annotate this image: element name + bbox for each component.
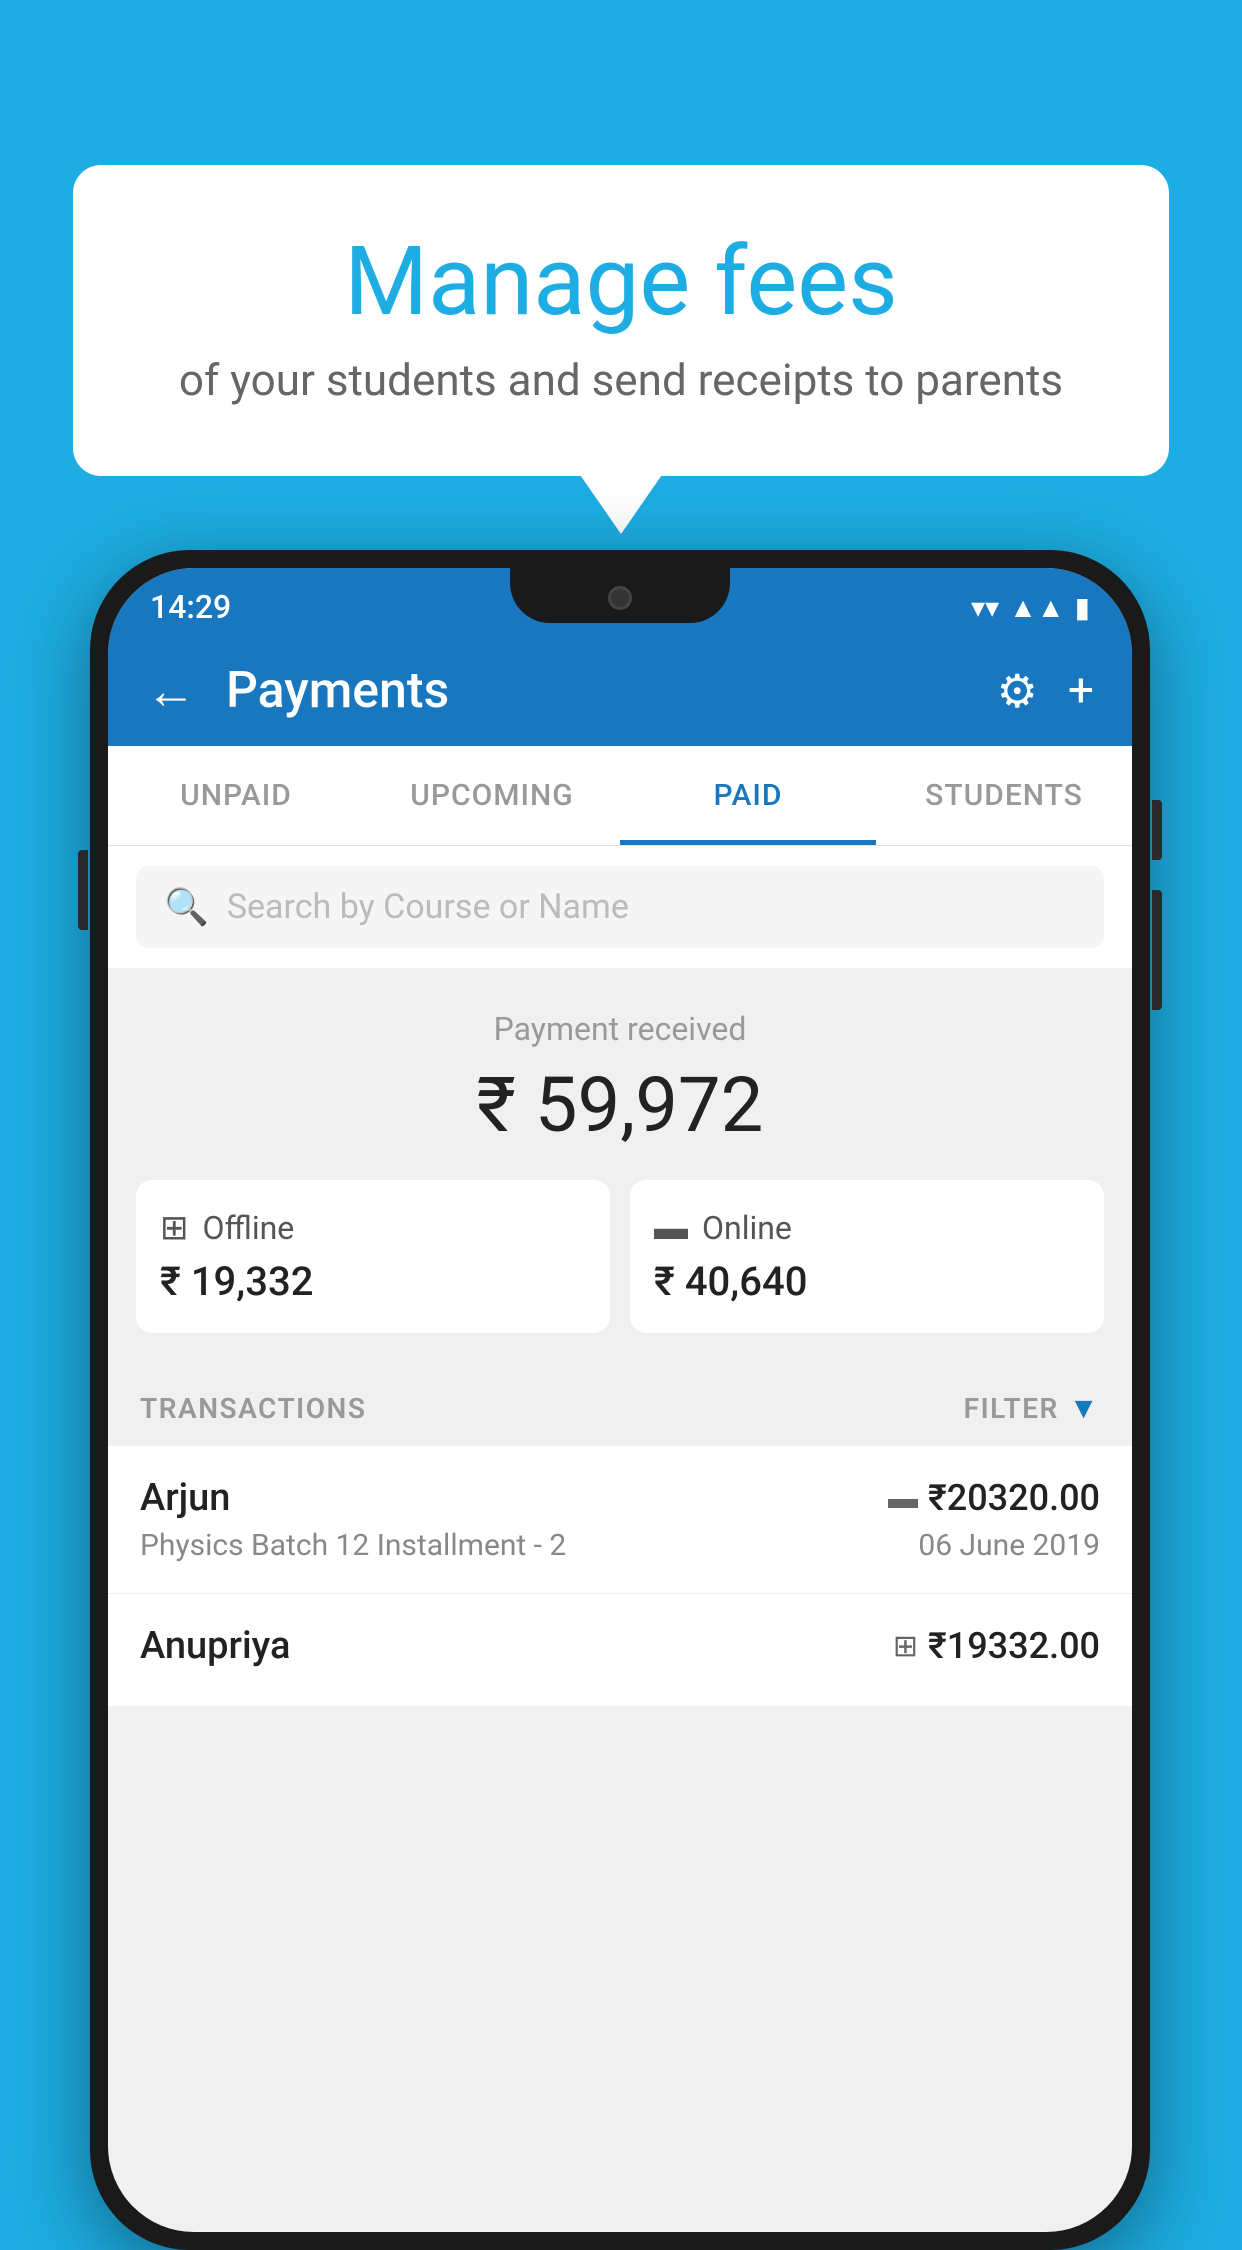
offline-card-header: ⊞ Offline	[160, 1208, 586, 1248]
search-bar[interactable]: 🔍 Search by Course or Name	[136, 866, 1104, 948]
offline-payment-icon: ⊞	[893, 1629, 918, 1664]
filter-label: FILTER	[964, 1392, 1059, 1425]
transactions-header: TRANSACTIONS FILTER ▼	[108, 1363, 1132, 1446]
online-icon: ▬	[654, 1208, 688, 1248]
search-placeholder: Search by Course or Name	[227, 887, 629, 927]
back-button[interactable]: ←	[146, 662, 196, 721]
transaction-amount-wrap: ▬ ₹20320.00	[888, 1477, 1100, 1519]
payment-total-amount: ₹ 59,972	[136, 1060, 1104, 1150]
page-title: Payments	[226, 662, 967, 720]
online-card: ▬ Online ₹ 40,640	[630, 1180, 1104, 1333]
add-icon[interactable]: +	[1068, 664, 1094, 718]
tab-upcoming[interactable]: UPCOMING	[364, 746, 620, 845]
card-payment-icon: ▬	[888, 1481, 918, 1516]
transaction-amount: ₹20320.00	[928, 1477, 1100, 1519]
search-container: 🔍 Search by Course or Name	[108, 846, 1132, 968]
transaction-bottom: Physics Batch 12 Installment - 2 06 June…	[140, 1528, 1100, 1563]
transactions-label: TRANSACTIONS	[140, 1392, 366, 1425]
header-icons: ⚙ +	[997, 664, 1094, 719]
transaction-course: Physics Batch 12 Installment - 2	[140, 1528, 566, 1563]
bubble-title: Manage fees	[153, 230, 1089, 336]
offline-card: ⊞ Offline ₹ 19,332	[136, 1180, 610, 1333]
speech-bubble-container: Manage fees of your students and send re…	[73, 165, 1169, 476]
volume-button-right	[1152, 890, 1162, 1010]
speech-bubble: Manage fees of your students and send re…	[73, 165, 1169, 476]
tab-unpaid[interactable]: UNPAID	[108, 746, 364, 845]
phone-frame: 14:29 ▾▾ ▲▲ ▮ ← Payments ⚙ + UNPAID UPCO…	[90, 550, 1150, 2250]
status-icons: ▾▾ ▲▲ ▮	[971, 591, 1090, 624]
online-label: Online	[702, 1209, 792, 1247]
transaction-name: Anupriya	[140, 1624, 290, 1668]
filter-button[interactable]: FILTER ▼	[964, 1391, 1100, 1426]
tab-paid[interactable]: PAID	[620, 746, 876, 845]
offline-amount: ₹ 19,332	[160, 1258, 586, 1305]
app-header: ← Payments ⚙ +	[108, 636, 1132, 746]
battery-icon: ▮	[1075, 591, 1090, 624]
transaction-name: Arjun	[140, 1476, 230, 1520]
transaction-top: Anupriya ⊞ ₹19332.00	[140, 1624, 1100, 1668]
online-card-header: ▬ Online	[654, 1208, 1080, 1248]
payment-cards: ⊞ Offline ₹ 19,332 ▬ Online ₹ 40,640	[136, 1180, 1104, 1333]
offline-icon: ⊞	[160, 1208, 189, 1248]
tabs-container: UNPAID UPCOMING PAID STUDENTS	[108, 746, 1132, 846]
transaction-top: Arjun ▬ ₹20320.00	[140, 1476, 1100, 1520]
volume-button	[78, 850, 88, 930]
online-amount: ₹ 40,640	[654, 1258, 1080, 1305]
camera	[608, 586, 632, 610]
signal-icon: ▲▲	[1009, 591, 1064, 624]
power-button	[1152, 800, 1162, 860]
transactions-list: Arjun ▬ ₹20320.00 Physics Batch 12 Insta…	[108, 1446, 1132, 1707]
phone-screen: 14:29 ▾▾ ▲▲ ▮ ← Payments ⚙ + UNPAID UPCO…	[108, 568, 1132, 2232]
table-row[interactable]: Arjun ▬ ₹20320.00 Physics Batch 12 Insta…	[108, 1446, 1132, 1594]
tab-students[interactable]: STUDENTS	[876, 746, 1132, 845]
transaction-amount-wrap: ⊞ ₹19332.00	[893, 1625, 1100, 1667]
transaction-date: 06 June 2019	[918, 1528, 1100, 1563]
transaction-amount: ₹19332.00	[928, 1625, 1100, 1667]
filter-icon: ▼	[1069, 1391, 1100, 1426]
wifi-icon: ▾▾	[971, 591, 999, 624]
table-row[interactable]: Anupriya ⊞ ₹19332.00	[108, 1594, 1132, 1707]
payment-received-label: Payment received	[136, 1010, 1104, 1048]
bubble-subtitle: of your students and send receipts to pa…	[153, 354, 1089, 406]
settings-icon[interactable]: ⚙	[997, 664, 1038, 719]
offline-label: Offline	[203, 1209, 295, 1247]
search-icon: 🔍	[164, 886, 209, 928]
payment-summary: Payment received ₹ 59,972 ⊞ Offline ₹ 19…	[108, 968, 1132, 1363]
phone-notch	[510, 568, 730, 623]
status-time: 14:29	[150, 588, 231, 626]
